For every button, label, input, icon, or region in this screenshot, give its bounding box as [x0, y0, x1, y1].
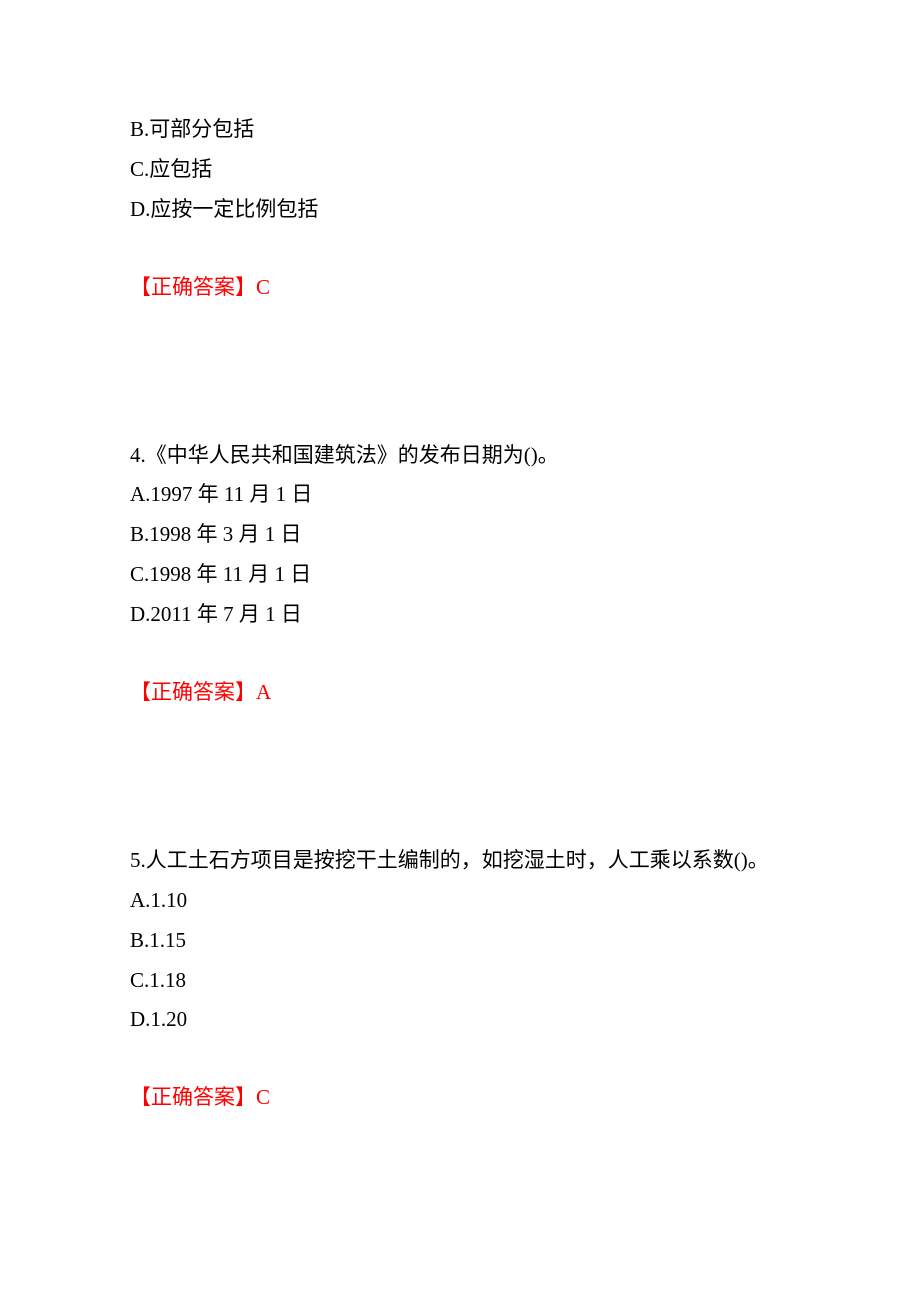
- q5-answer: 【正确答案】C: [130, 1078, 790, 1118]
- q4-option-b: B.1998 年 3 月 1 日: [130, 515, 790, 555]
- q5-option-c: C.1.18: [130, 961, 790, 1001]
- q4-option-d: D.2011 年 7 月 1 日: [130, 595, 790, 635]
- q5-option-b: B.1.15: [130, 921, 790, 961]
- q5-option-a: A.1.10: [130, 881, 790, 921]
- q4-question: 4.《中华人民共和国建筑法》的发布日期为()。: [130, 436, 790, 476]
- question-4: 4.《中华人民共和国建筑法》的发布日期为()。 A.1997 年 11 月 1 …: [130, 436, 790, 713]
- q3-option-c: C.应包括: [130, 150, 790, 190]
- q3-option-d: D.应按一定比例包括: [130, 190, 790, 230]
- q3-option-b: B.可部分包括: [130, 110, 790, 150]
- q4-answer: 【正确答案】A: [130, 673, 790, 713]
- q4-option-c: C.1998 年 11 月 1 日: [130, 555, 790, 595]
- q5-option-d: D.1.20: [130, 1000, 790, 1040]
- q5-question: 5.人工土石方项目是按挖干土编制的，如挖湿土时，人工乘以系数()。: [130, 841, 790, 881]
- q3-answer: 【正确答案】C: [130, 268, 790, 308]
- question-5: 5.人工土石方项目是按挖干土编制的，如挖湿土时，人工乘以系数()。 A.1.10…: [130, 841, 790, 1118]
- q4-option-a: A.1997 年 11 月 1 日: [130, 475, 790, 515]
- question-3-tail: B.可部分包括 C.应包括 D.应按一定比例包括 【正确答案】C: [130, 110, 790, 308]
